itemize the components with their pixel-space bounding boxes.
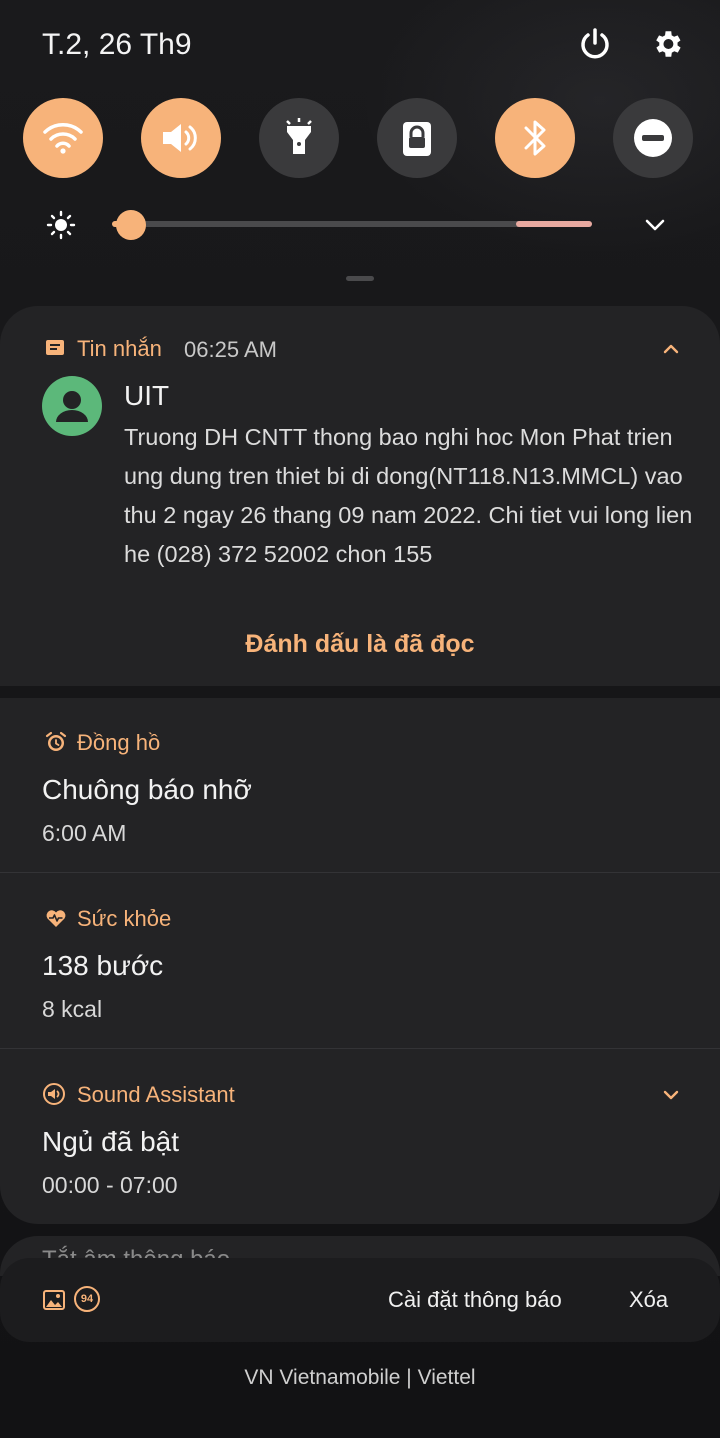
clear-all-button[interactable]: Xóa (629, 1287, 668, 1313)
drag-handle[interactable] (346, 276, 374, 281)
wifi-toggle[interactable] (23, 98, 103, 178)
sound-assistant-title[interactable]: Ngủ đã bật (42, 1126, 179, 1158)
contact-avatar-icon (42, 376, 102, 436)
carrier-label: VN Vietnamobile | Viettel (244, 1366, 476, 1389)
health-heart-icon (44, 906, 68, 930)
sound-assistant-subtitle: 00:00 - 07:00 (42, 1172, 178, 1198)
badge-count: 94 (80, 1293, 94, 1305)
expand-chevron-icon[interactable] (660, 1086, 682, 1104)
health-subtitle: 8 kcal (42, 996, 103, 1022)
message-sender: UIT (124, 380, 170, 411)
collapse-chevron-icon[interactable] (660, 340, 682, 358)
lock-icon (403, 122, 431, 156)
sound-assistant-icon (42, 1082, 66, 1106)
divider (0, 1048, 720, 1049)
health-title[interactable]: 138 bước (42, 950, 163, 982)
expand-panel-chevron-icon[interactable] (640, 212, 670, 238)
speaker-icon (163, 124, 197, 152)
sound-assistant-app-name: Sound Assistant (77, 1082, 235, 1107)
notification-actions-bar (0, 1258, 720, 1342)
do-not-disturb-icon (634, 119, 672, 157)
clock-title[interactable]: Chuông báo nhỡ (42, 774, 252, 806)
clock-app-name: Đồng hồ (77, 730, 161, 755)
brightness-icon (46, 210, 76, 240)
do-not-disturb-toggle[interactable] (613, 98, 693, 178)
message-app-icon (44, 337, 66, 359)
gallery-icon (42, 1288, 66, 1312)
screen-lock-toggle[interactable] (377, 98, 457, 178)
brightness-slider-thumb[interactable] (116, 210, 147, 240)
date-label: T.2, 26 Th9 (42, 28, 192, 61)
flashlight-toggle[interactable] (259, 98, 339, 178)
sound-toggle[interactable] (141, 98, 221, 178)
divider (0, 872, 720, 873)
message-app-name: Tin nhắn (77, 336, 162, 361)
notification-count-badge: 94 (74, 1286, 100, 1312)
message-body: Truong DH CNTT thong bao nghi hoc Mon Ph… (124, 424, 693, 567)
mark-as-read-button[interactable]: Đánh dấu là đã đọc (0, 630, 720, 659)
bluetooth-icon (524, 120, 546, 156)
message-time: 06:25 AM (184, 337, 277, 362)
bluetooth-toggle[interactable] (495, 98, 575, 178)
health-app-name: Sức khỏe (77, 906, 172, 931)
flashlight-icon (286, 118, 312, 154)
wifi-icon (43, 123, 83, 154)
power-icon[interactable] (575, 24, 615, 64)
clock-subtitle: 6:00 AM (42, 820, 127, 846)
settings-gear-icon[interactable] (647, 24, 687, 64)
brightness-track-end (516, 221, 592, 227)
notification-settings-button[interactable]: Cài đặt thông báo (388, 1287, 562, 1313)
alarm-clock-icon (44, 730, 68, 754)
